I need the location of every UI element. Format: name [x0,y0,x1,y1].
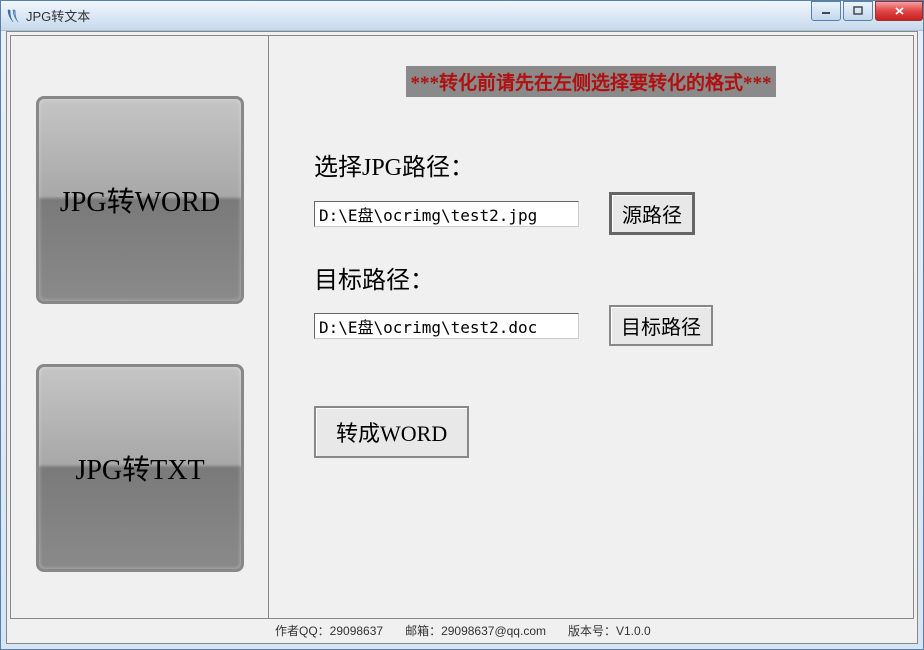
left-panel: JPG转WORD JPG转TXT [11,36,269,618]
status-qq: 作者QQ：29098637 [275,622,383,639]
mode-jpg-to-txt[interactable]: JPG转TXT [36,364,244,572]
target-group: 目标路径： 目标路径 [314,260,868,346]
window-title: JPG转文本 [26,6,90,25]
target-path-input[interactable] [314,313,579,339]
status-version: 版本号：V1.0.0 [568,622,651,639]
window-controls [809,1,923,23]
source-label: 选择JPG路径： [314,147,868,182]
source-group: 选择JPG路径： 源路径 [314,147,868,235]
maximize-button[interactable] [843,1,873,21]
convert-button[interactable]: 转成WORD [314,406,469,458]
content-frame: JPG转WORD JPG转TXT ***转化前请先在左侧选择要转化的格式*** … [10,35,914,619]
instruction-text: ***转化前请先在左侧选择要转化的格式*** [406,66,775,97]
close-button[interactable] [875,1,923,21]
target-label: 目标路径： [314,260,868,295]
statusbar: 作者QQ：29098637 邮箱：29098637@qq.com 版本号：V1.… [10,620,914,640]
minimize-button[interactable] [811,1,841,21]
mode-label: JPG转WORD [60,180,220,220]
source-path-input[interactable] [314,201,579,227]
mode-label: JPG转TXT [75,448,204,488]
status-email: 邮箱：29098637@qq.com [405,622,546,639]
app-icon [5,8,21,24]
mode-jpg-to-word[interactable]: JPG转WORD [36,96,244,304]
client-area: JPG转WORD JPG转TXT ***转化前请先在左侧选择要转化的格式*** … [6,31,918,644]
target-browse-button[interactable]: 目标路径 [609,305,713,346]
right-panel: ***转化前请先在左侧选择要转化的格式*** 选择JPG路径： 源路径 目标路径… [269,36,913,618]
titlebar[interactable]: JPG转文本 [1,1,923,31]
main-window: JPG转文本 JPG转WORD JPG转TXT [0,0,924,650]
source-browse-button[interactable]: 源路径 [609,192,695,235]
